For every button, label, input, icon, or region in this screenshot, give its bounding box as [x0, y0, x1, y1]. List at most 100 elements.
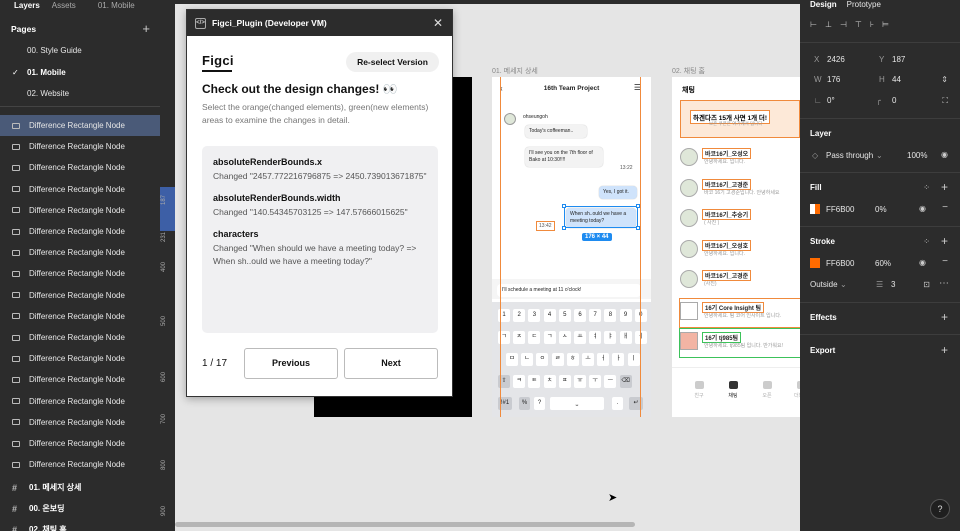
chat-home-frame[interactable]: 채팅 하겐다즈 15개 사면 1개 더! 보존 쿠폰은 여기에서 입니다 바코1… [672, 77, 800, 417]
stroke-visibility-eye-icon[interactable]: ◉ [919, 258, 926, 267]
chat-list-item[interactable]: 바코16기_고경준 바코 16기 고경준입니다. 안녕하세요 [680, 176, 800, 204]
keyboard-key[interactable]: ㅛ [574, 331, 586, 344]
layer-row[interactable]: Difference Rectangle Node [0, 200, 160, 221]
frame-row[interactable]: #01. 메세지 상세 [0, 477, 160, 498]
promo-banner[interactable]: 하겐다즈 15개 사면 1개 더! 보존 쿠폰은 여기에서 입니다 [680, 100, 800, 138]
keyboard-key[interactable]: 4 [543, 309, 556, 322]
stroke-hex-field[interactable]: FF6B00 [826, 259, 854, 268]
layer-row[interactable]: Difference Rectangle Node [0, 157, 160, 178]
keyboard-key[interactable]: ? [534, 397, 545, 410]
keyboard-key[interactable]: ㅗ [582, 353, 594, 366]
keyboard-key[interactable]: 5 [558, 309, 571, 322]
align-tools[interactable]: ⊢⊥⊣⊤⊦⊨ [810, 20, 897, 29]
styles-icon[interactable]: ⁘ [923, 183, 930, 192]
add-effect-icon[interactable]: + [941, 310, 948, 324]
keyboard-key[interactable]: ⌫ [619, 375, 632, 388]
stroke-position-select[interactable]: Outside [810, 280, 838, 289]
keyboard-key[interactable]: ㅕ [589, 331, 602, 344]
keyboard-key[interactable]: ㅁ [506, 353, 518, 366]
stroke-opacity-field[interactable]: 60% [875, 259, 891, 268]
constrain-proportions-icon[interactable]: ⇕ [941, 75, 948, 84]
layer-row[interactable]: Difference Rectangle Node [0, 242, 160, 263]
height-field[interactable]: 44 [892, 75, 901, 84]
resize-handle[interactable] [562, 226, 566, 230]
tab-prototype[interactable]: Prototype [847, 0, 881, 9]
message-input[interactable]: I'll schedule a meeting at 11 o'clock! [497, 284, 641, 297]
keyboard-key[interactable]: ㅍ [558, 375, 571, 388]
layer-row[interactable]: Difference Rectangle Node [0, 136, 160, 157]
rotation-field[interactable]: 0° [827, 96, 835, 105]
keyboard-key[interactable]: ⎵ [550, 397, 604, 410]
keyboard-key[interactable]: 3 [528, 309, 541, 322]
chat-list-item[interactable]: 16기 tj985팀 안녕하세요. tj985팀 입니다. 반가워요! [679, 328, 800, 358]
keyboard-key[interactable]: 8 [604, 309, 617, 322]
add-stroke-icon[interactable]: + [941, 234, 948, 248]
keyboard-key[interactable]: 9 [619, 309, 632, 322]
keyboard-key[interactable]: ㅌ [528, 375, 541, 388]
chat-list-item[interactable]: 바코16기_추숭기( 사진 ) [680, 206, 800, 234]
remove-fill-icon[interactable]: − [942, 202, 948, 213]
layer-row[interactable]: Difference Rectangle Node [0, 433, 160, 454]
more-options-icon[interactable]: ⋯ [939, 278, 949, 289]
tab-assets[interactable]: Assets [52, 1, 76, 10]
independent-corners-icon[interactable]: ⛶ [942, 96, 948, 106]
keyboard-key[interactable]: ㅜ [589, 375, 602, 388]
tab-design[interactable]: Design [810, 0, 837, 9]
next-button[interactable]: Next [344, 348, 438, 379]
keyboard-key[interactable]: ㄷ [528, 331, 541, 344]
keyboard-key[interactable]: % [519, 397, 530, 410]
layer-row[interactable]: Difference Rectangle Node [0, 306, 160, 327]
radius-field[interactable]: 0 [892, 96, 896, 105]
tab-item[interactable]: 친구 [686, 381, 712, 399]
stroke-sides-icon[interactable]: ⊡ [923, 280, 930, 289]
keyboard-key[interactable]: ㄴ [521, 353, 534, 366]
horizontal-scrollbar[interactable] [175, 522, 635, 527]
frame-label-list[interactable]: 02. 채팅 홈 [672, 66, 705, 76]
keyboard-key[interactable]: ㅋ [513, 375, 526, 388]
y-field[interactable]: 187 [892, 55, 905, 64]
remove-stroke-icon[interactable]: − [942, 256, 948, 267]
add-page-icon[interactable]: + [142, 21, 150, 36]
previous-button[interactable]: Previous [244, 348, 338, 379]
styles-icon[interactable]: ⁘ [923, 237, 930, 246]
layer-row[interactable]: Difference Rectangle Node [0, 285, 160, 306]
blend-mode-select[interactable]: Pass through [826, 151, 873, 160]
keyboard-key[interactable]: ㅓ [597, 353, 610, 366]
layer-row[interactable]: Difference Rectangle Node [0, 391, 160, 412]
keyboard-key[interactable]: ㄹ [551, 353, 564, 366]
page-style-guide[interactable]: 00. Style Guide [27, 46, 82, 55]
keyboard-key[interactable]: ㄱ [543, 331, 556, 344]
layer-row[interactable]: Difference Rectangle Node [0, 412, 160, 433]
close-icon[interactable]: ✕ [433, 16, 443, 30]
stroke-width-field[interactable]: 3 [891, 280, 895, 289]
x-field[interactable]: 2426 [827, 55, 845, 64]
keyboard-key[interactable]: ㅡ [604, 375, 617, 388]
layer-row[interactable]: Difference Rectangle Node [0, 369, 160, 390]
chat-list-item[interactable]: 바코16기_고경준 (사진) [680, 267, 800, 295]
resize-handle[interactable] [562, 204, 566, 208]
page-mobile[interactable]: 01. Mobile [27, 68, 66, 77]
layer-row[interactable]: Difference Rectangle Node [0, 115, 160, 136]
keyboard-key[interactable]: 6 [574, 309, 586, 322]
keyboard-key[interactable]: . [612, 397, 623, 410]
frame-row[interactable]: #02. 채팅 홈 [0, 519, 160, 531]
layer-row[interactable]: Difference Rectangle Node [0, 454, 160, 475]
reselect-version-button[interactable]: Re-select Version [346, 52, 439, 72]
selection-box[interactable] [564, 206, 638, 228]
keyboard-key[interactable]: ㅑ [604, 331, 617, 344]
layer-row[interactable]: Difference Rectangle Node [0, 348, 160, 369]
keyboard-key[interactable]: ㅐ [619, 331, 632, 344]
visibility-eye-icon[interactable]: ◉ [941, 150, 948, 159]
keyboard-key[interactable]: ㅎ [566, 353, 579, 366]
keyboard-key[interactable]: ㅣ [627, 353, 640, 366]
keyboard-key[interactable]: 7 [589, 309, 602, 322]
add-fill-icon[interactable]: + [941, 180, 948, 194]
tab-item[interactable]: 채팅 [720, 381, 746, 399]
fill-opacity-field[interactable]: 0% [875, 205, 887, 214]
chat-list-item[interactable]: 바코16기_오성호 안녕하세요. 입니다. [680, 237, 800, 265]
chat-list-item[interactable]: 바코16기_오성오 안녕하세요. 입니다. [680, 145, 800, 173]
fill-hex-field[interactable]: FF6B00 [826, 205, 854, 214]
layer-row[interactable]: Difference Rectangle Node [0, 263, 160, 284]
chat-list-item[interactable]: 16기 Core Insight 팀 안녕하세요. 팀 코어 인사이트 입니다. [679, 298, 800, 328]
frame-label-chat[interactable]: 01. 메세지 상세 [492, 66, 538, 76]
